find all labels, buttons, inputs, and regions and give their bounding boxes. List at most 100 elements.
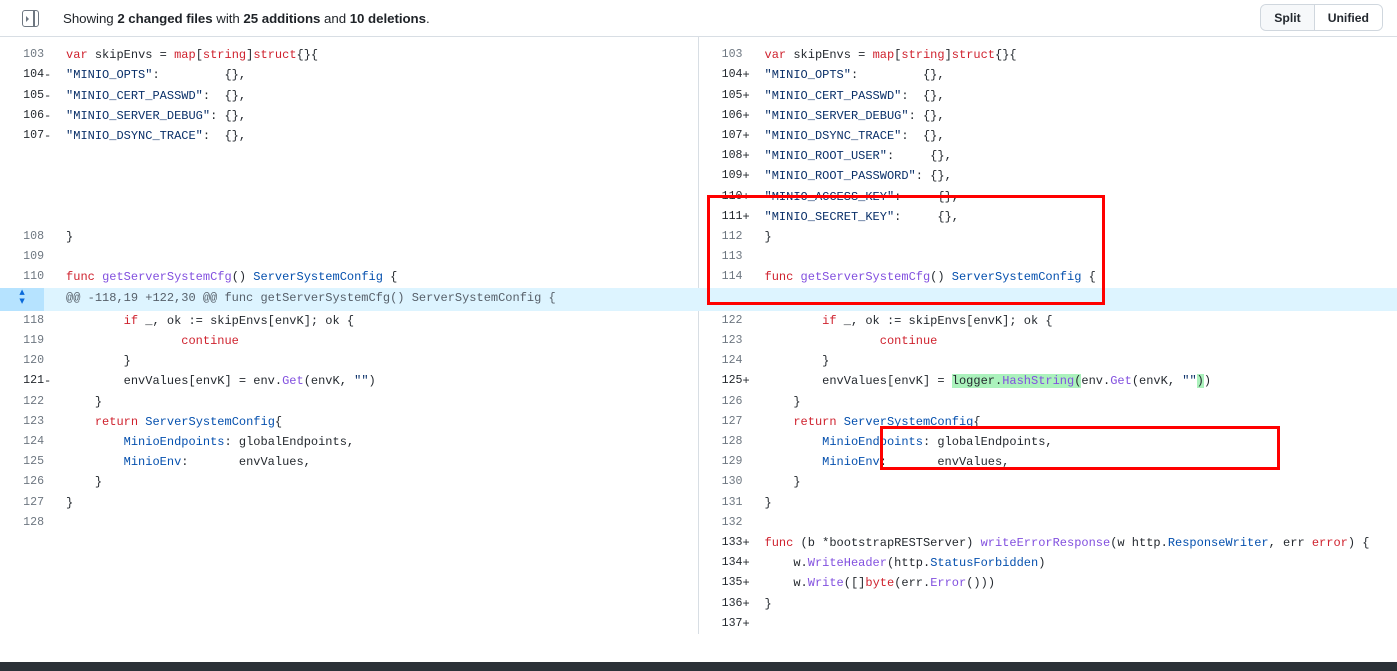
- diff-row[interactable]: 118 if _, ok := skipEnvs[envK]; ok {122 …: [0, 310, 1397, 332]
- diff-row[interactable]: 134 + w.WriteHeader(http.StatusForbidden): [0, 553, 1397, 574]
- diff-row[interactable]: 106- "MINIO_SERVER_DEBUG": {}, 106 + "MINIO_…: [0, 105, 1397, 127]
- line-number-r[interactable]: 110: [698, 186, 743, 207]
- diff-row[interactable]: 104- "MINIO_OPTS": {}, 104 + "MINIO_OPTS": {…: [0, 65, 1397, 86]
- line-number-l[interactable]: 125: [0, 452, 45, 473]
- line-number-l[interactable]: 126: [0, 472, 45, 493]
- line-number-l[interactable]: 110: [0, 267, 45, 288]
- diff-row[interactable]: 133 + func (b *bootstrapRESTServer) writeE…: [0, 533, 1397, 554]
- line-number-r[interactable]: 129: [698, 452, 743, 473]
- hunk-expander-button[interactable]: ▲ ▼: [0, 287, 45, 311]
- code-line-r: return ServerSystemConfig{: [764, 411, 1397, 433]
- code-line-l: [66, 206, 699, 228]
- line-number-r[interactable]: 127: [698, 411, 743, 433]
- diff-row[interactable]: 102 102: [0, 37, 1397, 46]
- line-number-r[interactable]: 124: [698, 351, 743, 372]
- line-number-l[interactable]: 118: [0, 310, 45, 332]
- line-number-l[interactable]: 105: [0, 85, 45, 106]
- line-number-r[interactable]: 134: [698, 553, 743, 574]
- line-number-l[interactable]: [0, 613, 45, 635]
- line-number-r[interactable]: 104: [698, 65, 743, 86]
- line-number-r[interactable]: 102: [698, 37, 743, 46]
- horizontal-scrollbar[interactable]: [0, 662, 1397, 671]
- line-number-r[interactable]: 136: [698, 593, 743, 614]
- line-number-r[interactable]: 113: [698, 247, 743, 268]
- line-number-l[interactable]: 103: [0, 45, 45, 66]
- diff-row[interactable]: 125 MinioEnv: envValues, 129 MinioEnv: en…: [0, 452, 1397, 473]
- hunk-header-text: @@ -118,19 +122,30 @@ func getServerSyst…: [44, 287, 1397, 311]
- diff-row[interactable]: 137 +: [0, 613, 1397, 635]
- line-number-r[interactable]: 114: [698, 267, 743, 288]
- line-number-r[interactable]: 112: [698, 227, 743, 248]
- line-number-l[interactable]: [0, 206, 45, 228]
- line-number-r[interactable]: 105: [698, 85, 743, 106]
- diff-row[interactable]: 119 continue 123 continue: [0, 331, 1397, 352]
- line-number-r[interactable]: 133: [698, 533, 743, 554]
- line-number-l[interactable]: [0, 593, 45, 614]
- line-number-r[interactable]: 108: [698, 146, 743, 167]
- line-number-r[interactable]: 128: [698, 432, 743, 453]
- line-number-l[interactable]: 119: [0, 331, 45, 352]
- diff-row[interactable]: 136 +}: [0, 593, 1397, 614]
- diff-row[interactable]: 126 } 130 }: [0, 472, 1397, 493]
- line-number-r[interactable]: 107: [698, 126, 743, 147]
- diff-row[interactable]: 111 + "MINIO_SECRET_KEY": {},: [0, 206, 1397, 228]
- diff-row[interactable]: 108} 112}: [0, 227, 1397, 248]
- line-number-l[interactable]: [0, 166, 45, 187]
- diff-row[interactable]: 127} 131}: [0, 492, 1397, 513]
- diff-row[interactable]: 128 132: [0, 512, 1397, 534]
- line-number-r[interactable]: 132: [698, 512, 743, 534]
- line-number-l[interactable]: 109: [0, 247, 45, 268]
- diff-row[interactable]: 109 113: [0, 247, 1397, 268]
- line-number-r[interactable]: 111: [698, 206, 743, 228]
- sidebar-toggle-icon[interactable]: [22, 9, 39, 27]
- split-view-button[interactable]: Split: [1261, 5, 1314, 30]
- diff-row[interactable]: 110 + "MINIO_ACCESS_KEY": {},: [0, 186, 1397, 207]
- diff-row[interactable]: 122 } 126 }: [0, 391, 1397, 412]
- line-number-r[interactable]: 122: [698, 310, 743, 332]
- diff-row[interactable]: 103 var skipEnvs = map[string]struct{}{10…: [0, 45, 1397, 66]
- line-number-r[interactable]: 135: [698, 573, 743, 594]
- diff-row[interactable]: 121- envValues[envK] = env.Get(envK, "")…: [0, 371, 1397, 392]
- line-number-r[interactable]: 103: [698, 45, 743, 66]
- line-number-l[interactable]: 106: [0, 105, 45, 127]
- diff-row[interactable]: 135 + w.Write([]byte(err.Error())): [0, 573, 1397, 594]
- diff-row[interactable]: 120 } 124 }: [0, 351, 1397, 372]
- unified-view-button[interactable]: Unified: [1313, 5, 1382, 30]
- diff-viewer[interactable]: 102 102103var skipEnvs = map[string]struc…: [0, 36, 1397, 671]
- line-number-r[interactable]: 126: [698, 391, 743, 412]
- line-number-l[interactable]: 127: [0, 492, 45, 513]
- diff-row[interactable]: 110 func getServerSystemCfg() ServerSyste…: [0, 267, 1397, 288]
- diff-row[interactable]: 108 + "MINIO_ROOT_USER": {},: [0, 146, 1397, 167]
- line-number-l[interactable]: 102: [0, 37, 45, 46]
- line-number-l[interactable]: [0, 533, 45, 554]
- diff-row[interactable]: 109 + "MINIO_ROOT_PASSWORD": {},: [0, 166, 1397, 187]
- line-number-l[interactable]: [0, 146, 45, 167]
- line-number-l[interactable]: 121: [0, 371, 45, 392]
- line-number-l[interactable]: 128: [0, 512, 45, 534]
- diff-row[interactable]: 107- "MINIO_DSYNC_TRACE": {}, 107 + "MINIO_D…: [0, 126, 1397, 147]
- line-number-l[interactable]: 104: [0, 65, 45, 86]
- diff-marker-l: -: [44, 65, 67, 86]
- line-number-l[interactable]: [0, 553, 45, 574]
- line-number-l[interactable]: 123: [0, 411, 45, 433]
- diff-marker-r: +: [742, 206, 765, 228]
- line-number-r[interactable]: 130: [698, 472, 743, 493]
- code-line-l: if _, ok := skipEnvs[envK]; ok {: [66, 310, 699, 332]
- diff-hunk-header-row[interactable]: ▲ ▼ @@ -118,19 +122,30 @@ func getServerSy…: [0, 287, 1397, 311]
- diff-row[interactable]: 123 return ServerSystemConfig{127 return…: [0, 411, 1397, 433]
- line-number-l[interactable]: 107: [0, 126, 45, 147]
- diff-row[interactable]: 124 MinioEndpoints: globalEndpoints, 128 …: [0, 432, 1397, 453]
- diff-row[interactable]: 105- "MINIO_CERT_PASSWD": {}, 105 + "MINIO_C…: [0, 85, 1397, 106]
- line-number-r[interactable]: 125: [698, 371, 743, 392]
- line-number-l[interactable]: 124: [0, 432, 45, 453]
- line-number-l[interactable]: 108: [0, 227, 45, 248]
- line-number-r[interactable]: 131: [698, 492, 743, 513]
- line-number-l[interactable]: 120: [0, 351, 45, 372]
- line-number-l[interactable]: [0, 573, 45, 594]
- line-number-r[interactable]: 123: [698, 331, 743, 352]
- line-number-l[interactable]: 122: [0, 391, 45, 412]
- line-number-r[interactable]: 137: [698, 613, 743, 635]
- line-number-l[interactable]: [0, 186, 45, 207]
- line-number-r[interactable]: 109: [698, 166, 743, 187]
- line-number-r[interactable]: 106: [698, 105, 743, 127]
